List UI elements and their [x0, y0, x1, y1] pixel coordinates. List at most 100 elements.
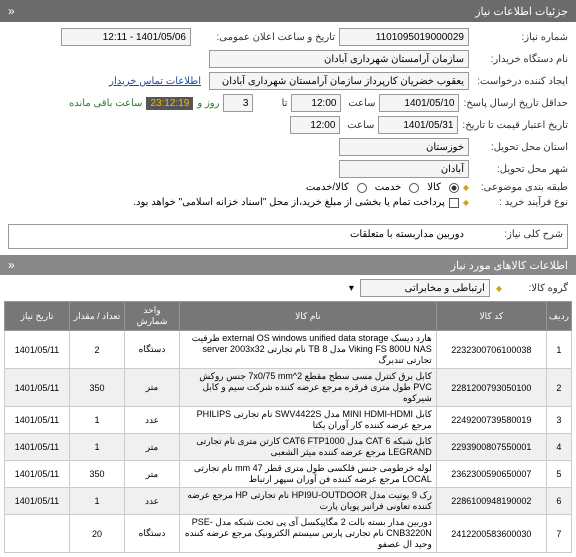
city-label: شهر محل تحویل:: [473, 164, 568, 175]
cell-name: کابل برق کنترل مسی سطح مقطع 7x0/75 mm^2 …: [180, 369, 437, 407]
items-table: ردیف کد کالا نام کالا واحد شمارش تعداد /…: [4, 301, 572, 553]
table-row: 12232300706100038هارد دیسک external OS w…: [5, 331, 572, 369]
cell-date: 1401/05/11: [5, 407, 70, 434]
expiry-date-field: 1401/05/31: [378, 116, 458, 134]
cell-name: لوله خرطومی جنس فلکسی طول متری قطر mm 47…: [180, 461, 437, 488]
col-code: کد کالا: [436, 302, 546, 331]
remaining-time: 23:12:19: [146, 97, 193, 110]
announce-field: 1401/05/06 - 12:11: [61, 28, 191, 46]
cell-name: رک 9 یونیت مدل HPI9U-OUTDOOR نام تجارتی …: [180, 488, 437, 515]
cell-unit: متر: [125, 434, 180, 461]
col-idx: ردیف: [546, 302, 571, 331]
cell-code: 2412200583600030: [436, 515, 546, 553]
cell-date: 1401/05/11: [5, 331, 70, 369]
cell-date: 1401/05/11: [5, 369, 70, 407]
bullet-icon-2: ◆: [463, 198, 469, 207]
process-note: پرداخت تمام یا بخشی از مبلغ خرید،از محل …: [133, 197, 445, 208]
cell-date: 1401/05/11: [5, 461, 70, 488]
radio-service[interactable]: [409, 183, 419, 193]
cell-idx: 3: [546, 407, 571, 434]
col-date: تاریخ نیاز: [5, 302, 70, 331]
announce-label: تاریخ و ساعت اعلان عمومی:: [195, 32, 335, 43]
org-field: سازمان آرامستان شهرداری آبادان: [209, 50, 469, 68]
need-number-field: 1101095019000029: [339, 28, 469, 46]
process-checkbox[interactable]: [449, 198, 459, 208]
description-box: شرح کلی نیاز: دوربین مداربسته با متعلقات: [8, 224, 568, 249]
cell-idx: 5: [546, 461, 571, 488]
cell-idx: 2: [546, 369, 571, 407]
cell-name: دوربین مدار بسته بالت 2 مگاپیکسل آی پی ت…: [180, 515, 437, 553]
cell-code: 2286100948190002: [436, 488, 546, 515]
time-label-2: ساعت: [344, 120, 374, 131]
cell-code: 2232300706100038: [436, 331, 546, 369]
cell-unit: عدد: [125, 407, 180, 434]
category-label: طبقه بندی موضوعی:: [473, 182, 568, 193]
need-number-label: شماره نیاز:: [473, 32, 568, 43]
time-label-1: ساعت: [345, 98, 375, 109]
desc-label: شرح کلی نیاز:: [468, 229, 563, 240]
org-label: نام دستگاه خریدار:: [473, 54, 568, 65]
process-label: نوع فرآیند خرید :: [473, 197, 568, 208]
bullet-icon-3: ◆: [496, 284, 502, 293]
cell-qty: 20: [70, 515, 125, 553]
col-name: نام کالا: [180, 302, 437, 331]
radio-service-label: خدمت: [375, 182, 402, 193]
main-header: جزئیات اطلاعات نیاز «: [0, 0, 576, 22]
col-unit: واحد شمارش: [125, 302, 180, 331]
cell-code: 2362300590650007: [436, 461, 546, 488]
radio-both-label: کالا/خدمت: [306, 182, 349, 193]
table-row: 52362300590650007لوله خرطومی جنس فلکسی ط…: [5, 461, 572, 488]
cell-date: [5, 515, 70, 553]
table-row: 72412200583600030دوربین مدار بسته بالت 2…: [5, 515, 572, 553]
group-field: ارتباطی و مخابراتی: [360, 279, 490, 297]
deadline-time-field: 12:00: [291, 94, 341, 112]
days-before: تا: [257, 98, 287, 109]
cell-unit: دستگاه: [125, 331, 180, 369]
requester-label: ایجاد کننده درخواست:: [473, 76, 568, 87]
table-row: 32249200739580019کابل MINI HDMI-HDMI مدل…: [5, 407, 572, 434]
form-section: شماره نیاز: 1101095019000029 تاریخ و ساع…: [0, 22, 576, 218]
collapse-icon[interactable]: «: [8, 4, 15, 18]
desc-text: دوربین مداربسته با متعلقات: [350, 229, 464, 240]
cell-qty: 350: [70, 461, 125, 488]
cell-unit: متر: [125, 369, 180, 407]
cell-code: 2281200793050100: [436, 369, 546, 407]
contact-link[interactable]: اطلاعات تماس خریدار: [109, 76, 201, 87]
days-field: 3: [223, 94, 253, 112]
cell-code: 2293900807550001: [436, 434, 546, 461]
cell-name: کابل MINI HDMI-HDMI مدل SWV4422S نام تجا…: [180, 407, 437, 434]
table-row: 62286100948190002رک 9 یونیت مدل HPI9U-OU…: [5, 488, 572, 515]
province-field: خوزستان: [339, 138, 469, 156]
table-row: 42293900807550001کابل شبکه CAT 6 مدل CAT…: [5, 434, 572, 461]
items-header-title: اطلاعات کالاهای مورد نیاز: [451, 259, 568, 272]
radio-goods-label: کالا: [427, 182, 441, 193]
cell-name: کابل شبکه CAT 6 مدل CAT6 FTP1000 کارتن م…: [180, 434, 437, 461]
cell-code: 2249200739580019: [436, 407, 546, 434]
cell-unit: دستگاه: [125, 515, 180, 553]
chevron-down-icon[interactable]: ▾: [349, 283, 354, 294]
cell-qty: 350: [70, 369, 125, 407]
cell-unit: متر: [125, 461, 180, 488]
items-header: اطلاعات کالاهای مورد نیاز «: [0, 255, 576, 275]
province-label: استان محل تحویل:: [473, 142, 568, 153]
city-field: آبادان: [339, 160, 469, 178]
cell-idx: 6: [546, 488, 571, 515]
bullet-icon: ◆: [463, 183, 469, 192]
deadline-label: حداقل تاریخ ارسال پاسخ:: [463, 98, 568, 109]
cell-qty: 1: [70, 434, 125, 461]
cell-qty: 2: [70, 331, 125, 369]
cell-qty: 1: [70, 488, 125, 515]
collapse-icon-2[interactable]: «: [8, 258, 15, 272]
radio-goods[interactable]: [449, 183, 459, 193]
deadline-date-field: 1401/05/10: [379, 94, 459, 112]
col-qty: تعداد / مقدار: [70, 302, 125, 331]
radio-both[interactable]: [357, 183, 367, 193]
group-label: گروه کالا:: [508, 283, 568, 294]
cell-date: 1401/05/11: [5, 488, 70, 515]
cell-unit: عدد: [125, 488, 180, 515]
days-after: روز و: [197, 98, 219, 109]
expiry-label: تاریخ اعتبار قیمت تا تاریخ:: [462, 120, 568, 131]
cell-idx: 4: [546, 434, 571, 461]
cell-idx: 1: [546, 331, 571, 369]
category-radio-group: کالا خدمت کالا/خدمت: [306, 182, 459, 193]
